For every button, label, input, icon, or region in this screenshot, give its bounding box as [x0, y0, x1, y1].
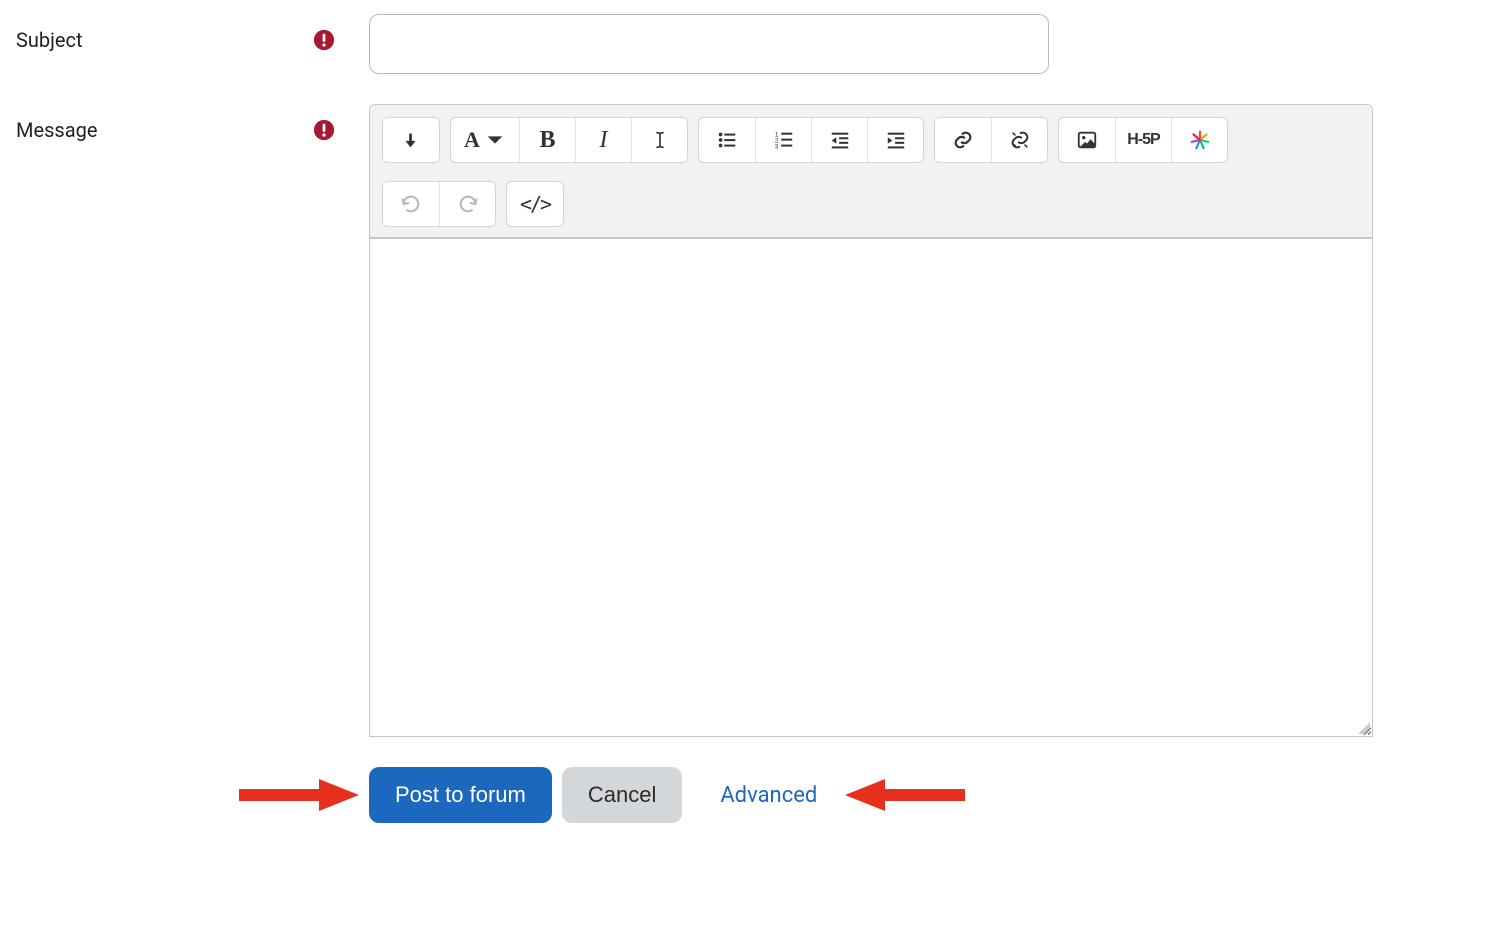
subject-input[interactable]	[369, 14, 1049, 74]
h5p-icon: H-5P	[1127, 131, 1159, 149]
toolbar-group-history	[382, 181, 496, 227]
text-cursor-button[interactable]	[631, 118, 687, 162]
editor-toolbar: A B I	[369, 104, 1373, 239]
required-icon	[313, 119, 335, 147]
bullet-list-icon	[716, 129, 738, 151]
font-a-icon: A	[464, 127, 506, 153]
resize-handle-icon[interactable]	[1356, 720, 1370, 734]
subject-input-col	[369, 14, 1478, 74]
embed-button[interactable]	[1171, 118, 1227, 162]
message-input-col: A B I	[369, 104, 1478, 737]
h5p-button[interactable]: H-5P	[1115, 118, 1171, 162]
toolbar: A B I	[370, 105, 1372, 238]
toolbar-group-media: H-5P	[1058, 117, 1228, 163]
link-button[interactable]	[935, 118, 991, 162]
italic-button[interactable]: I	[575, 118, 631, 162]
post-to-forum-button[interactable]: Post to forum	[369, 767, 552, 823]
toolbar-group-styles: A B I	[450, 117, 688, 163]
italic-icon: I	[600, 127, 608, 154]
arrow-down-icon	[400, 129, 422, 151]
message-label-col: Message	[16, 104, 369, 142]
annotation-arrow-right	[845, 775, 965, 815]
message-editor[interactable]	[369, 239, 1373, 737]
bullet-list-button[interactable]	[699, 118, 755, 162]
svg-text:3: 3	[774, 143, 778, 150]
indent-button[interactable]	[867, 118, 923, 162]
image-button[interactable]	[1059, 118, 1115, 162]
toolbar-group-expand	[382, 117, 440, 163]
arrow-left-col	[16, 775, 369, 815]
bold-button[interactable]: B	[519, 118, 575, 162]
toggle-toolbar-button[interactable]	[383, 118, 439, 162]
undo-button[interactable]	[383, 182, 439, 226]
toolbar-group-lists: 123	[698, 117, 924, 163]
toolbar-group-links	[934, 117, 1048, 163]
annotation-arrow-left	[239, 775, 359, 815]
unlink-button[interactable]	[991, 118, 1047, 162]
paragraph-style-button[interactable]: A	[451, 118, 519, 162]
toolbar-group-html: </>	[506, 181, 564, 227]
forum-post-form: Subject Message	[16, 14, 1478, 823]
image-icon	[1076, 129, 1098, 151]
advanced-link[interactable]: Advanced	[720, 783, 817, 808]
message-label: Message	[16, 118, 97, 142]
text-cursor-icon	[649, 129, 671, 151]
caret-down-icon	[484, 129, 506, 151]
subject-label-col: Subject	[16, 14, 369, 52]
button-col: Post to forum Cancel Advanced	[369, 767, 1478, 823]
numbered-list-button[interactable]: 123	[755, 118, 811, 162]
html-source-button[interactable]: </>	[507, 182, 563, 226]
required-icon	[313, 29, 335, 57]
outdent-button[interactable]	[811, 118, 867, 162]
message-row: Message	[16, 104, 1478, 737]
undo-icon	[400, 193, 422, 215]
subject-row: Subject	[16, 14, 1478, 74]
link-icon	[952, 129, 974, 151]
cancel-button[interactable]: Cancel	[562, 767, 682, 823]
indent-icon	[885, 129, 907, 151]
numbered-list-icon: 123	[773, 129, 795, 151]
toolbar-row-1: A B I	[382, 117, 1360, 163]
unlink-icon	[1009, 129, 1031, 151]
outdent-icon	[829, 129, 851, 151]
buttons-row: Post to forum Cancel Advanced	[16, 767, 1478, 823]
subject-label: Subject	[16, 28, 83, 52]
code-icon: </>	[520, 192, 550, 216]
asterisk-color-icon	[1189, 129, 1211, 151]
redo-button[interactable]	[439, 182, 495, 226]
redo-icon	[457, 193, 479, 215]
bold-icon: B	[539, 127, 555, 154]
toolbar-row-2: </>	[382, 181, 1360, 227]
